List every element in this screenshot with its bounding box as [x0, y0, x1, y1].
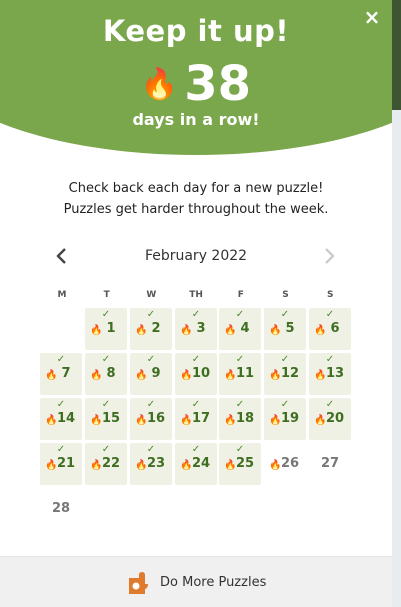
day-number: 8	[106, 366, 116, 381]
day-number: 3	[196, 321, 206, 336]
calendar-day[interactable]: ✓ 🔥 3	[175, 308, 217, 350]
calendar-day[interactable]: ✓ 🔥 23	[130, 443, 172, 485]
day-number: 14	[56, 411, 76, 426]
background-edge-top	[391, 0, 401, 110]
checkmark-icon: ✓	[191, 444, 201, 455]
calendar-day[interactable]: ✓ 🔥 5	[264, 308, 306, 350]
day-number: 11	[235, 366, 255, 381]
checkmark-icon: ✓	[101, 444, 111, 455]
streak-modal: × Keep it up! 🔥 38 days in a row! Check b…	[0, 0, 392, 607]
do-more-puzzles-button[interactable]: Do More Puzzles	[0, 557, 392, 607]
day-number: 2	[151, 321, 161, 336]
calendar-day[interactable]: ✓ 🔥 1	[85, 308, 127, 350]
calendar-day[interactable]: ✓ 🔥 11	[219, 353, 261, 395]
calendar-day[interactable]: ✓ 🔥 10	[175, 353, 217, 395]
day-number: 19	[280, 411, 300, 426]
footer-bar: Do More Puzzles	[0, 556, 392, 607]
checkmark-icon: ✓	[280, 309, 290, 320]
checkmark-icon: ✓	[56, 399, 66, 410]
day-number: 23	[146, 456, 166, 471]
day-number: 4	[240, 321, 250, 336]
day-number: 27	[320, 456, 340, 471]
checkmark-icon: ✓	[146, 354, 156, 365]
day-number: 28	[51, 501, 71, 516]
calendar-day[interactable]: ✓ 🔥 13	[309, 353, 351, 395]
day-number: 9	[151, 366, 161, 381]
day-number: 12	[280, 366, 300, 381]
calendar-day[interactable]: ✓ 🔥 24	[175, 443, 217, 485]
do-more-puzzles-label: Do More Puzzles	[160, 575, 267, 590]
calendar-day[interactable]: ✓ 🔥 17	[175, 398, 217, 440]
checkmark-icon: ✓	[56, 354, 66, 365]
day-number: 13	[325, 366, 345, 381]
calendar-day[interactable]: 🔥 26	[264, 443, 306, 485]
day-number: 24	[191, 456, 211, 471]
calendar-day[interactable]: ✓ 🔥 12	[264, 353, 306, 395]
day-number: 18	[235, 411, 255, 426]
calendar-day[interactable]: ✓ 🔥 14	[40, 398, 82, 440]
day-number: 1	[106, 321, 116, 336]
checkmark-icon: ✓	[101, 399, 111, 410]
day-number: 17	[191, 411, 211, 426]
checkmark-icon: ✓	[146, 399, 156, 410]
day-number: 20	[325, 411, 345, 426]
calendar-day[interactable]: 27	[309, 443, 351, 485]
calendar-grid: ✓ 🔥 1 ✓ 🔥 2 ✓ 🔥 3 ✓ 🔥 4 ✓ 🔥 5 ✓ 🔥 6 ✓ 🔥 7 ✓ 🔥 8 ✓ 🔥 9 ✓ 🔥 10 ✓ 🔥 11 ✓ 🔥 12 ✓…	[0, 0, 392, 560]
checkmark-icon: ✓	[325, 354, 335, 365]
checkmark-icon: ✓	[146, 444, 156, 455]
calendar-day[interactable]: ✓ 🔥 7	[40, 353, 82, 395]
background-edge	[391, 110, 401, 607]
calendar-day[interactable]: ✓ 🔥 22	[85, 443, 127, 485]
day-number: 22	[101, 456, 121, 471]
checkmark-icon: ✓	[325, 399, 335, 410]
checkmark-icon: ✓	[235, 399, 245, 410]
calendar-day[interactable]: ✓ 🔥 18	[219, 398, 261, 440]
calendar-day[interactable]: ✓ 🔥 8	[85, 353, 127, 395]
calendar-day[interactable]: ✓ 🔥 4	[219, 308, 261, 350]
day-number: 26	[280, 456, 300, 471]
calendar-day[interactable]: 28	[40, 488, 82, 530]
checkmark-icon: ✓	[191, 399, 201, 410]
day-number: 15	[101, 411, 121, 426]
checkmark-icon: ✓	[280, 354, 290, 365]
checkmark-icon: ✓	[280, 399, 290, 410]
calendar-day[interactable]: ✓ 🔥 21	[40, 443, 82, 485]
calendar-day[interactable]: ✓ 🔥 20	[309, 398, 351, 440]
checkmark-icon: ✓	[191, 354, 201, 365]
calendar-day[interactable]: ✓ 🔥 15	[85, 398, 127, 440]
checkmark-icon: ✓	[56, 444, 66, 455]
day-number: 16	[146, 411, 166, 426]
checkmark-icon: ✓	[146, 309, 156, 320]
checkmark-icon: ✓	[235, 309, 245, 320]
day-number: 25	[235, 456, 255, 471]
checkmark-icon: ✓	[235, 444, 245, 455]
puzzle-logo-icon	[129, 572, 148, 594]
day-number: 6	[330, 321, 340, 336]
calendar-day[interactable]: ✓ 🔥 6	[309, 308, 351, 350]
checkmark-icon: ✓	[235, 354, 245, 365]
checkmark-icon: ✓	[101, 309, 111, 320]
calendar-day[interactable]: ✓ 🔥 19	[264, 398, 306, 440]
day-number: 21	[56, 456, 76, 471]
day-number: 7	[61, 366, 71, 381]
checkmark-icon: ✓	[325, 309, 335, 320]
calendar-day[interactable]: ✓ 🔥 25	[219, 443, 261, 485]
day-number: 5	[285, 321, 295, 336]
calendar-day[interactable]: ✓ 🔥 2	[130, 308, 172, 350]
calendar-day[interactable]: ✓ 🔥 16	[130, 398, 172, 440]
calendar-day[interactable]: ✓ 🔥 9	[130, 353, 172, 395]
checkmark-icon: ✓	[191, 309, 201, 320]
day-number: 10	[191, 366, 211, 381]
checkmark-icon: ✓	[101, 354, 111, 365]
